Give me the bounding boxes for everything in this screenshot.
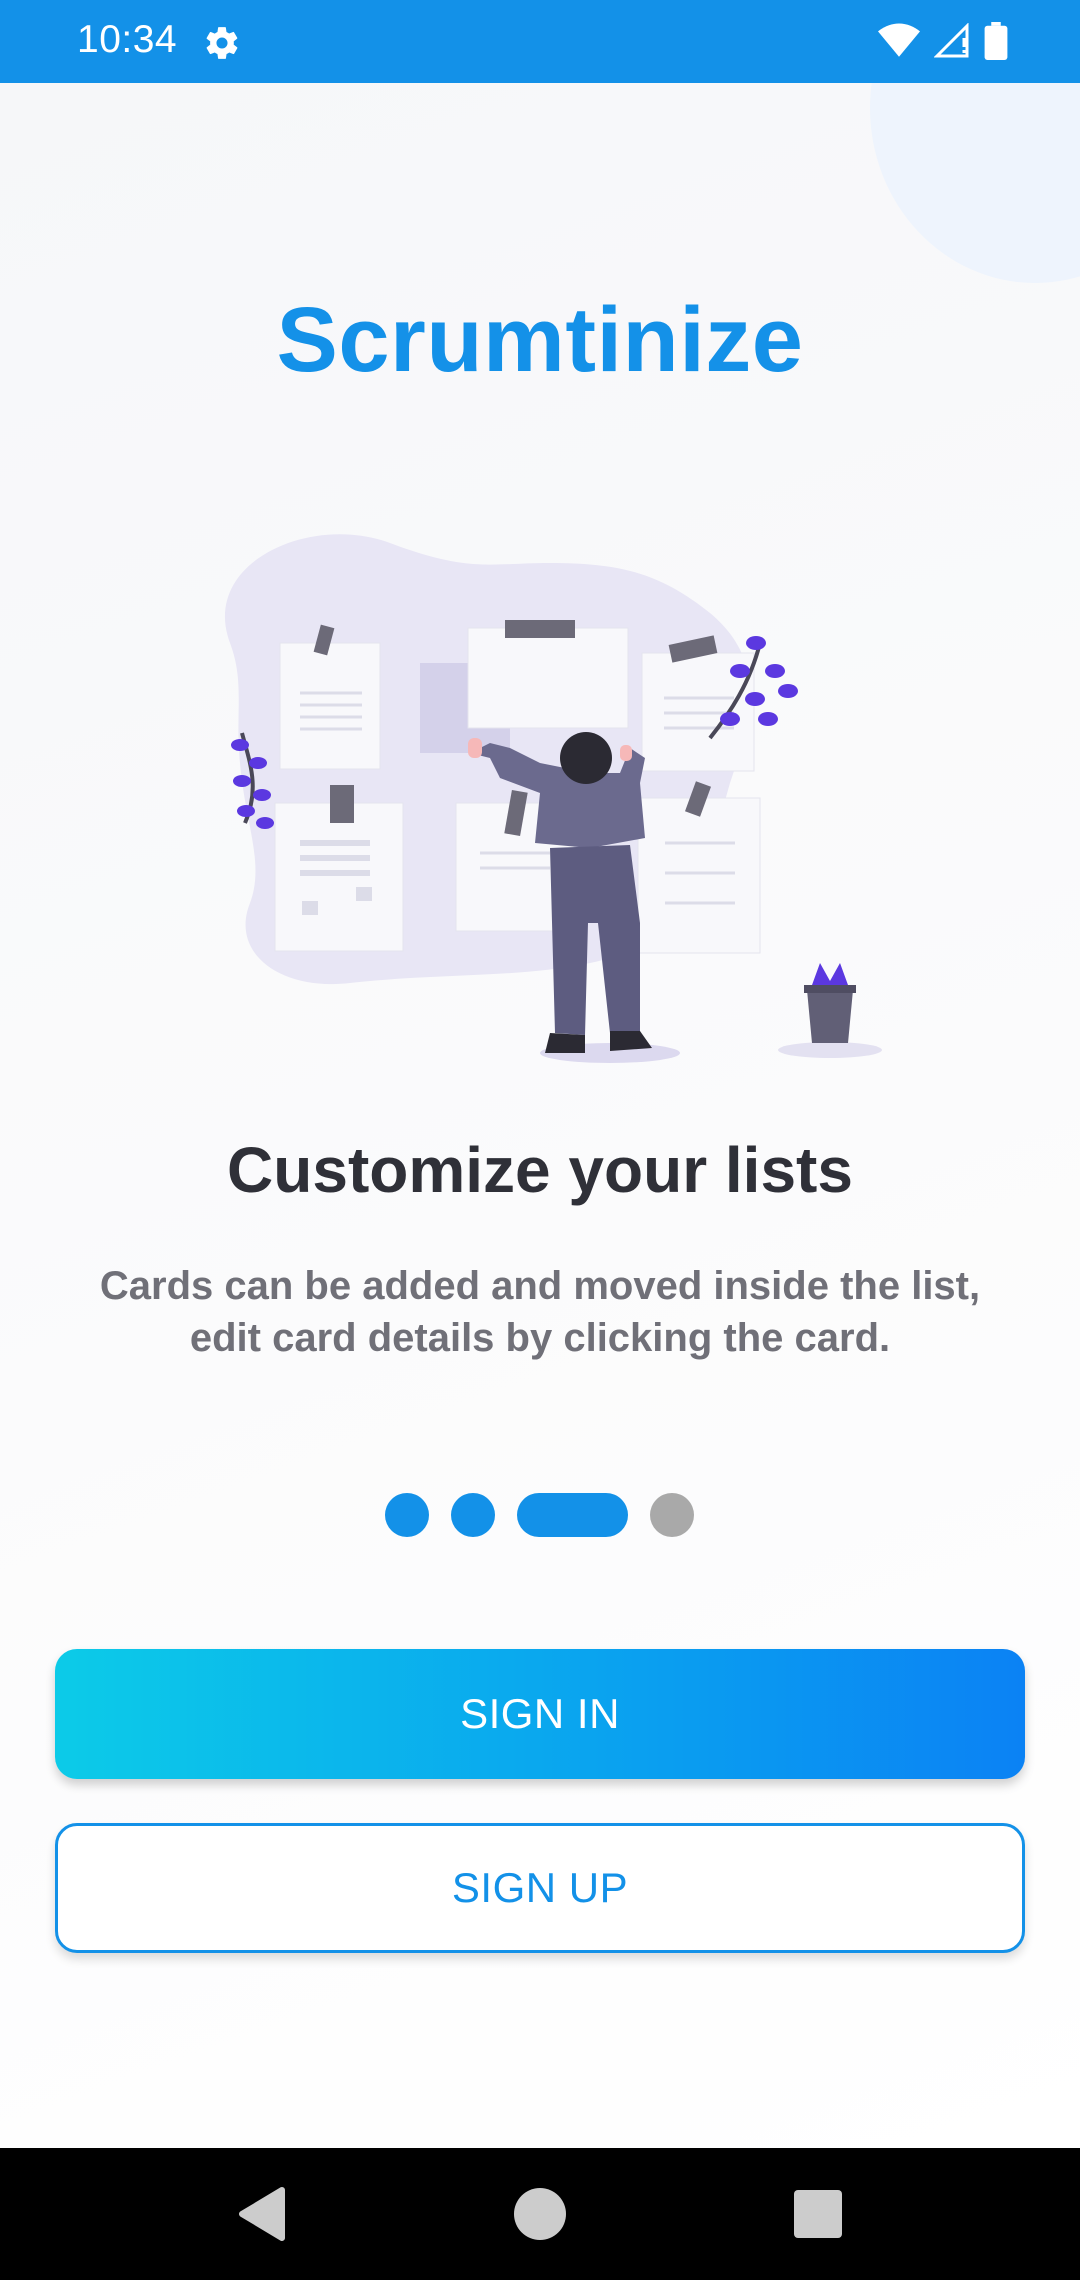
decorative-circle	[870, 83, 1080, 283]
home-icon[interactable]	[500, 2174, 580, 2254]
page-dot-2[interactable]	[451, 1493, 495, 1537]
navigation-bar	[0, 2148, 1080, 2280]
page-dot-3-active[interactable]	[517, 1493, 628, 1537]
recents-icon[interactable]	[778, 2174, 858, 2254]
page-indicator	[0, 1493, 1080, 1537]
status-time: 10:34	[77, 18, 178, 61]
back-icon[interactable]	[222, 2174, 302, 2254]
status-bar: 10:34	[0, 0, 1080, 83]
onboarding-screen: Scrumtinize Customize your lists Cards c…	[0, 83, 1080, 2148]
gear-icon	[206, 27, 238, 59]
sign-up-button[interactable]: SIGN UP	[55, 1823, 1025, 1953]
sign-in-button[interactable]: SIGN IN	[55, 1649, 1025, 1779]
page-dot-4[interactable]	[650, 1493, 694, 1537]
slide-heading: Customize your lists	[227, 1134, 853, 1206]
battery-icon	[984, 22, 1008, 60]
slide-description: Cards can be added and moved inside the …	[99, 1264, 981, 1360]
signal-icon	[934, 23, 969, 58]
person-organizing-cards-illustration	[224, 534, 882, 1063]
app-title: Scrumtinize	[276, 289, 804, 391]
wifi-icon	[878, 23, 920, 57]
page-dot-1[interactable]	[385, 1493, 429, 1537]
